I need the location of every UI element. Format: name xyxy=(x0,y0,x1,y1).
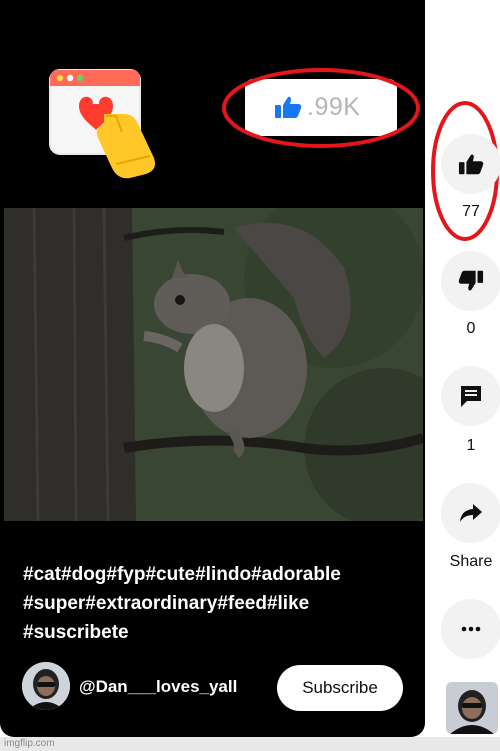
channel-avatar[interactable] xyxy=(22,662,70,710)
footer-strip xyxy=(0,737,500,751)
share-icon xyxy=(460,504,482,522)
comments-button[interactable] xyxy=(441,366,500,426)
person-avatar-icon xyxy=(446,682,498,734)
like-count-pill: .99K xyxy=(245,79,397,136)
share-label: Share xyxy=(449,553,493,570)
dislike-count: 0 xyxy=(466,320,476,337)
video-frame-squirrel[interactable] xyxy=(4,208,423,521)
caption-line: #suscribete xyxy=(23,622,129,643)
video-caption: #cat#dog#fyp#cute#lindo#adorable #super#… xyxy=(23,560,403,647)
heart-browser-illustration-icon xyxy=(49,69,155,179)
like-count: 77 xyxy=(462,203,480,220)
shorts-video-card[interactable]: .99K #cat#dog#fyp#cute#lindo#adorable #s… xyxy=(0,0,425,737)
caption-line: #super#extraordinary#feed#like xyxy=(23,593,310,614)
subscribe-button[interactable]: Subscribe xyxy=(277,665,403,711)
dislike-button[interactable] xyxy=(441,251,500,311)
overlay-like-count: .99K xyxy=(307,93,361,121)
thumbs-up-icon xyxy=(275,96,302,118)
caption-line: #cat#dog#fyp#cute#lindo#adorable xyxy=(23,564,341,585)
thumbs-up-icon xyxy=(458,154,484,175)
channel-handle[interactable]: @Dan___loves_yall xyxy=(79,677,237,697)
like-button[interactable] xyxy=(441,134,500,194)
more-icon xyxy=(461,626,481,632)
audio-source-thumbnail[interactable] xyxy=(446,682,498,734)
comment-count: 1 xyxy=(466,437,476,454)
watermark-text: imgflip.com xyxy=(4,738,55,749)
share-button[interactable] xyxy=(441,483,500,543)
person-avatar-icon xyxy=(22,662,70,710)
thumbs-down-icon xyxy=(458,270,484,291)
more-actions-button[interactable] xyxy=(441,599,500,659)
comment-icon xyxy=(461,386,481,407)
